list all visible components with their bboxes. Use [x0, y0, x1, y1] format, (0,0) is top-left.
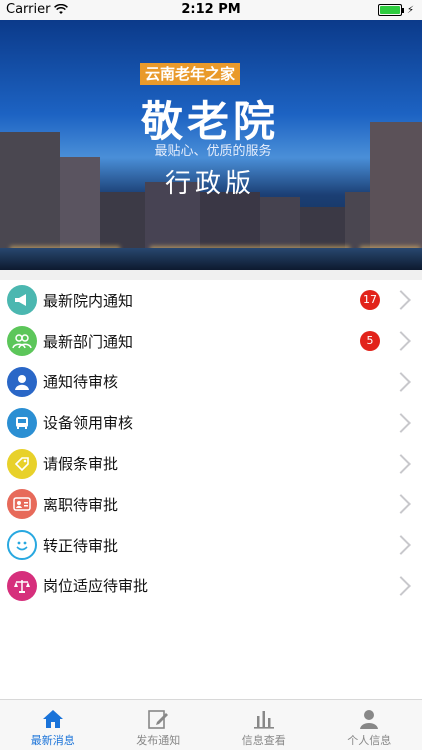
person-icon: [360, 710, 379, 729]
menu-item-equipment-review[interactable]: 设备领用审核: [0, 402, 422, 443]
tab-info-view[interactable]: 信息查看: [211, 700, 317, 750]
status-bar: Carrier 2:12 PM ⚡: [0, 0, 422, 20]
chevron-right-icon: [391, 331, 411, 352]
chevron-right-icon: [391, 290, 411, 311]
menu-item-department-notice[interactable]: 最新部门通知 5: [0, 321, 422, 362]
menu-item-position-adaptation-approval[interactable]: 岗位适应待审批: [0, 566, 422, 607]
menu-list: 最新院内通知 17 最新部门通知 5 通知待审核 设备领用审核 请假条审批 离职…: [0, 280, 422, 606]
section-divider: [0, 270, 422, 280]
home-icon: [42, 710, 63, 728]
tab-latest-news[interactable]: 最新消息: [0, 700, 106, 750]
menu-item-resignation-approval[interactable]: 离职待审批: [0, 484, 422, 525]
bar-chart-icon: [253, 711, 274, 729]
charging-icon: ⚡: [406, 4, 414, 16]
menu-item-label: 最新部门通知: [43, 332, 134, 351]
tab-bar: 最新消息 发布通知 信息查看 个人信息: [0, 699, 422, 750]
menu-item-label: 最新院内通知: [43, 291, 134, 310]
tab-personal-info[interactable]: 个人信息: [317, 700, 422, 750]
battery-indicator: ⚡: [377, 4, 414, 16]
scale-icon: [7, 570, 37, 601]
megaphone-icon: [7, 285, 37, 316]
menu-item-notice-review[interactable]: 通知待审核: [0, 362, 422, 403]
menu-item-label: 离职待审批: [43, 495, 119, 514]
chevron-right-icon: [391, 535, 411, 556]
chevron-right-icon: [391, 494, 411, 515]
unread-badge: 17: [360, 290, 380, 311]
tag-icon: [7, 448, 37, 479]
banner-edition: 行政版: [164, 169, 255, 199]
chevron-right-icon: [391, 453, 411, 474]
tab-label: 发布通知: [136, 734, 181, 747]
battery-icon: [377, 4, 402, 16]
tab-label: 最新消息: [30, 734, 75, 747]
menu-item-leave-approval[interactable]: 请假条审批: [0, 443, 422, 484]
tab-publish-notice[interactable]: 发布通知: [106, 700, 212, 750]
smile-icon: [7, 530, 37, 561]
banner-slogan: 最贴心、优质的服务: [154, 144, 272, 159]
menu-item-hospital-notice[interactable]: 最新院内通知 17: [0, 280, 422, 321]
menu-item-label: 请假条审批: [43, 455, 119, 474]
id-card-icon: [7, 489, 37, 520]
tab-label: 个人信息: [347, 734, 392, 747]
status-time: 2:12 PM: [181, 2, 241, 17]
bus-icon: [7, 407, 37, 438]
chevron-right-icon: [391, 372, 411, 392]
menu-item-label: 岗位适应待审批: [43, 577, 149, 596]
menu-item-label: 转正待审批: [43, 536, 119, 555]
unread-badge: 5: [360, 331, 380, 352]
user-icon: [7, 366, 37, 397]
edit-icon: [148, 710, 169, 729]
menu-item-regularization-approval[interactable]: 转正待审批: [0, 525, 422, 566]
header-banner: 云南老年之家 敬老院 最贴心、优质的服务 行政版: [0, 20, 422, 270]
tab-label: 信息查看: [241, 734, 286, 747]
menu-item-label: 通知待审核: [43, 373, 119, 392]
menu-item-label: 设备领用审核: [43, 414, 134, 433]
chevron-right-icon: [391, 412, 411, 433]
banner-tag: 云南老年之家: [140, 63, 240, 85]
group-icon: [7, 326, 37, 357]
chevron-right-icon: [391, 576, 411, 596]
